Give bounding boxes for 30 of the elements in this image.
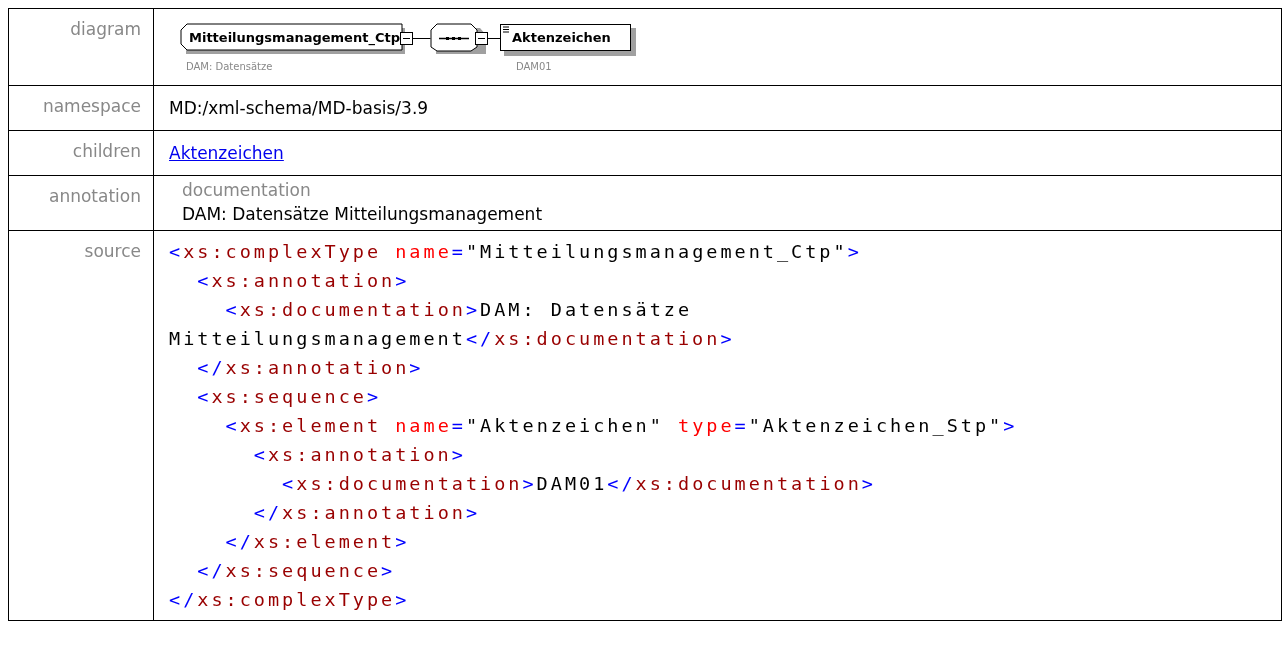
code-line: <xs:annotation>	[252, 443, 467, 467]
child-link[interactable]: Aktenzeichen	[169, 143, 284, 163]
code-line: <xs:documentation>DAM01</xs:documentation>	[281, 472, 877, 496]
annotation-heading: documentation	[182, 179, 312, 202]
node-caption: DAM01	[516, 61, 552, 72]
code-line: </xs:sequence>	[196, 559, 397, 583]
code-line: <xs:complexType name="Mitteilungsmanagement_Ctp">	[169, 240, 863, 264]
complex-type-node: Mitteilungsmanagement_Ctp	[180, 23, 405, 54]
code-line: </xs:complexType>	[169, 588, 411, 612]
code-line: </xs:annotation>	[196, 356, 425, 380]
code-line: <xs:element name="Aktenzeichen" type="Aktenzeichen_Stp">	[224, 414, 1019, 438]
property-label: annotation	[49, 186, 141, 206]
collapse-icon	[400, 32, 413, 45]
sequence-node	[430, 23, 486, 54]
connector-line	[412, 38, 431, 39]
connector-line	[487, 38, 501, 39]
collapse-icon	[475, 32, 488, 45]
property-label: children	[72, 141, 141, 161]
annotation-text: DAM: Datensätze Mitteilungsmanagement	[182, 203, 544, 226]
code-line: </xs:annotation>	[252, 501, 482, 525]
node-caption: DAM: Datensätze	[186, 61, 273, 72]
code-line: <xs:annotation>	[196, 269, 411, 293]
code-line: </xs:element>	[224, 530, 411, 554]
property-label: diagram	[70, 19, 141, 39]
property-label: source	[84, 241, 141, 261]
code-line: <xs:documentation>DAM: Datensätze	[224, 298, 694, 322]
code-line: <xs:sequence>	[196, 385, 383, 409]
property-label: namespace	[42, 96, 141, 116]
namespace-value: MD:/xml-schema/MD-basis/3.9	[169, 98, 429, 118]
code-line: Mitteilungsmanagement</xs:documentation>	[169, 327, 736, 351]
